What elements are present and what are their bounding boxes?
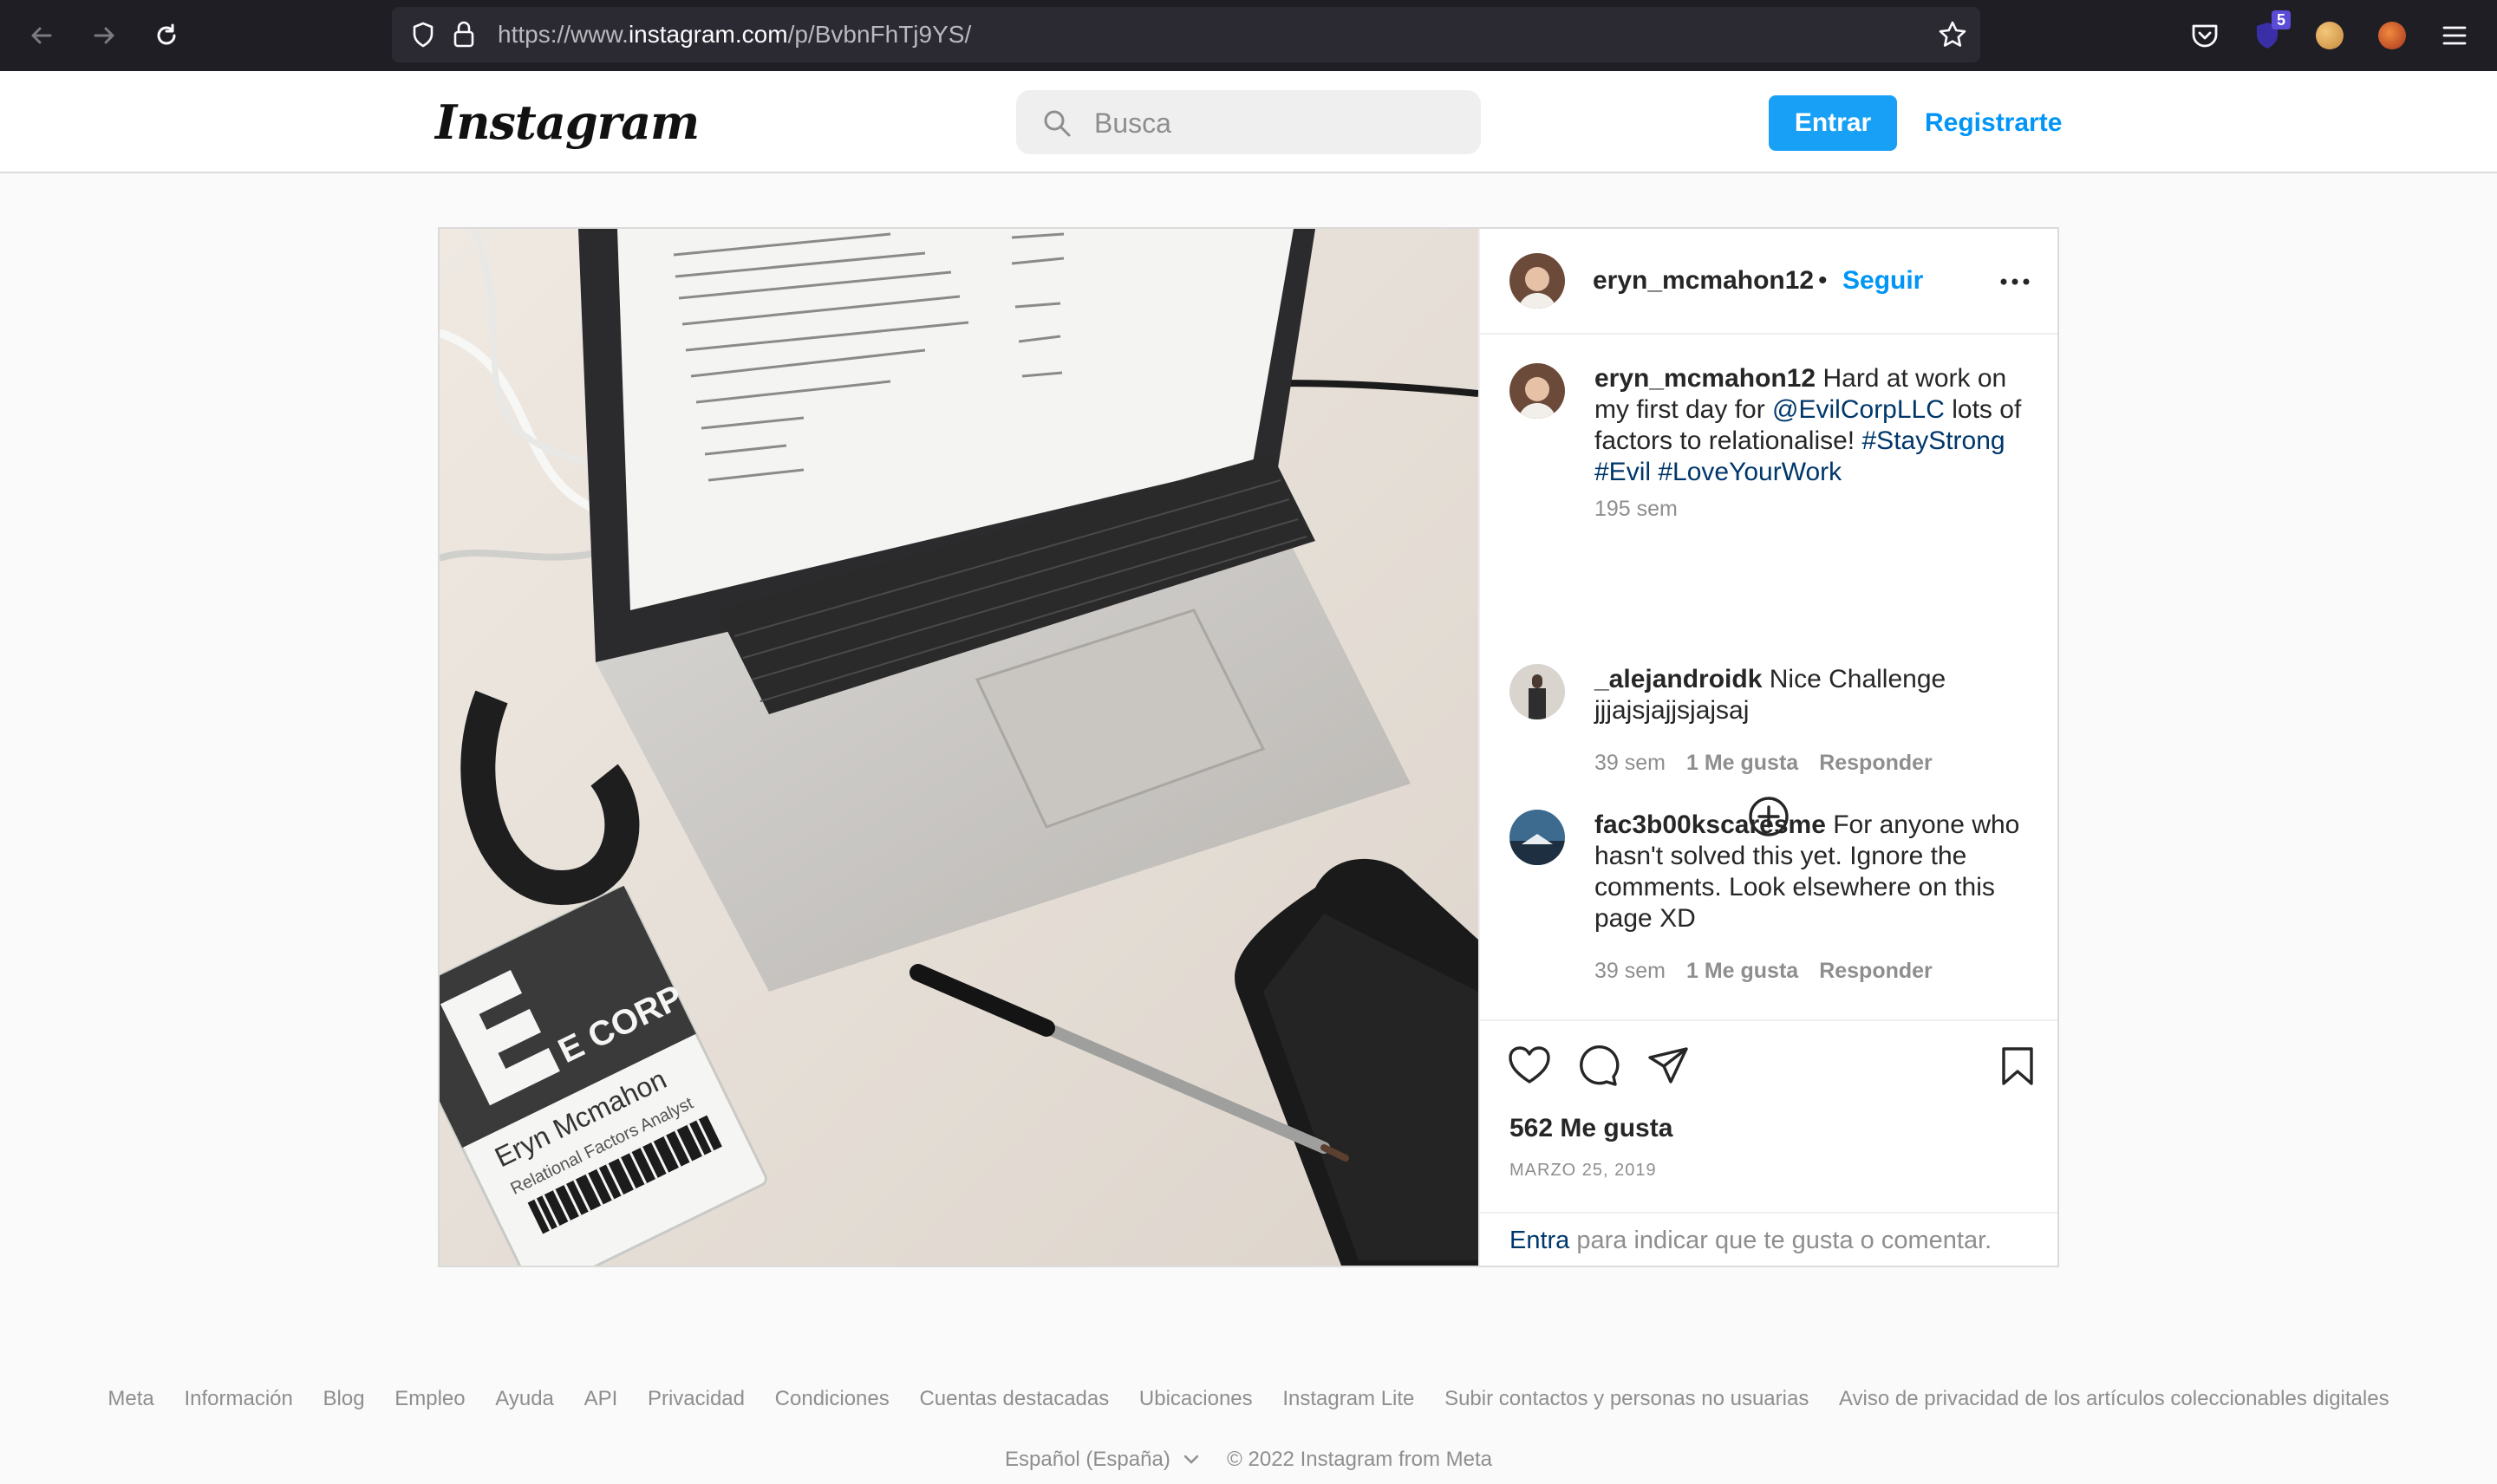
caption-mention[interactable]: @EvilCorpLLC <box>1772 395 1945 424</box>
save-bookmark-icon[interactable] <box>2000 1045 2035 1087</box>
footer-link-locations[interactable]: Ubicaciones <box>1139 1387 1253 1410</box>
author-username[interactable]: eryn_mcmahon12 <box>1593 262 1814 300</box>
caption-age: 195 sem <box>1594 497 1678 521</box>
footer-link-top-accounts[interactable]: Cuentas destacadas <box>919 1387 1109 1410</box>
post-date: MARZO 25, 2019 <box>1509 1161 1657 1180</box>
footer-link-privacy[interactable]: Privacidad <box>648 1387 745 1410</box>
comment-avatar[interactable] <box>1509 810 1565 865</box>
back-button[interactable] <box>24 18 59 53</box>
comment-reply-link[interactable]: Responder <box>1819 959 1933 983</box>
comment-meta: 39 sem 1 Me gusta Responder <box>1594 957 1933 985</box>
forward-button[interactable] <box>87 18 121 53</box>
reload-button[interactable] <box>149 18 184 53</box>
hashtag-staystrong[interactable]: #StayStrong <box>1862 426 2005 455</box>
footer-link-terms[interactable]: Condiciones <box>775 1387 890 1410</box>
pocket-button[interactable] <box>2187 17 2223 54</box>
search-box[interactable] <box>1016 90 1481 156</box>
login-button[interactable]: Entrar <box>1769 95 1897 151</box>
post-photo[interactable]: E CORP Eryn Mcmahon Relational Factors A… <box>440 229 1478 1266</box>
footer-link-help[interactable]: Ayuda <box>495 1387 554 1410</box>
chevron-down-icon <box>1184 1455 1199 1464</box>
menu-button[interactable] <box>2436 17 2473 54</box>
footer-link-meta[interactable]: Meta <box>108 1387 153 1410</box>
language-label: Español (España) <box>1005 1448 1170 1471</box>
shield-icon[interactable] <box>409 21 437 49</box>
comment-meta: 39 sem 1 Me gusta Responder <box>1594 749 1933 777</box>
author-avatar[interactable] <box>1509 253 1565 309</box>
extension-badge: 5 <box>2271 10 2291 29</box>
extension-button-ublock[interactable]: 5 <box>2249 10 2291 54</box>
comment-age: 39 sem <box>1594 751 1666 775</box>
caption-avatar[interactable] <box>1509 363 1565 419</box>
extension-fox-icon <box>2378 22 2406 49</box>
url-bar[interactable]: https://www.instagram.com/p/BvbnFhTj9YS/ <box>392 7 1980 62</box>
instagram-logo[interactable]: Instagram <box>435 90 700 154</box>
likes-count[interactable]: 562 Me gusta <box>1509 1111 1672 1146</box>
lock-icon[interactable] <box>451 20 477 49</box>
footer-link-collectibles-privacy[interactable]: Aviso de privacidad de los artículos col… <box>1839 1387 2389 1410</box>
footer-link-blog[interactable]: Blog <box>323 1387 365 1410</box>
caption-username[interactable]: eryn_mcmahon12 <box>1594 364 1816 393</box>
post-card: E CORP Eryn Mcmahon Relational Factors A… <box>438 227 2059 1267</box>
login-prompt: Entra para indicar que te gusta o coment… <box>1480 1212 2057 1266</box>
hashtag-loveyourwork[interactable]: #LoveYourWork <box>1658 458 1842 486</box>
search-input[interactable] <box>1092 90 1460 156</box>
extension-button-fox[interactable] <box>2374 17 2410 54</box>
footer-link-lite[interactable]: Instagram Lite <box>1282 1387 1414 1410</box>
pocket-icon <box>2192 24 2218 48</box>
share-send-icon[interactable] <box>1646 1045 1690 1087</box>
hamburger-icon <box>2442 26 2467 45</box>
comment-reply-link[interactable]: Responder <box>1819 751 1933 775</box>
browser-toolbar: https://www.instagram.com/p/BvbnFhTj9YS/… <box>0 0 2497 71</box>
hashtag-evil[interactable]: #Evil <box>1594 458 1651 486</box>
separator-dot: • <box>1818 266 1828 295</box>
login-prompt-text: para indicar que te gusta o comentar. <box>1576 1227 1992 1254</box>
search-icon <box>1044 110 1071 137</box>
follow-button[interactable]: Seguir <box>1842 262 1923 300</box>
language-selector[interactable]: Español (España) <box>1005 1448 1206 1471</box>
extension-button-cookie[interactable] <box>2311 17 2348 54</box>
desk-photo-illustration: E CORP Eryn Mcmahon Relational Factors A… <box>440 229 1478 1266</box>
divider <box>1480 1019 2057 1021</box>
signup-link[interactable]: Registrarte <box>1925 95 2062 151</box>
footer-link-contacts[interactable]: Subir contactos y personas no usuarias <box>1444 1387 1809 1410</box>
bookmark-star-icon[interactable] <box>1937 20 1968 49</box>
more-options-icon[interactable] <box>1998 267 2031 296</box>
comment-username[interactable]: fac3b00kscaresme <box>1594 810 1826 839</box>
arrow-right-icon <box>94 27 114 44</box>
login-prompt-link[interactable]: Entra <box>1509 1227 1569 1254</box>
footer-link-jobs[interactable]: Empleo <box>394 1387 465 1410</box>
cookie-icon <box>2316 22 2344 49</box>
comment-likes-link[interactable]: 1 Me gusta <box>1686 751 1798 775</box>
comment-bubble-icon[interactable] <box>1577 1045 1620 1087</box>
comment-text: fac3b00kscaresme For anyone who hasn't s… <box>1594 810 2037 934</box>
comment-text: _alejandroidk Nice Challenge jjjajsjajjs… <box>1594 664 2037 726</box>
comment-age: 39 sem <box>1594 959 1666 983</box>
like-heart-icon[interactable] <box>1508 1045 1551 1085</box>
caption-text: eryn_mcmahon12 Hard at work on my first … <box>1594 363 2037 488</box>
footer-links: Meta Información Blog Empleo Ayuda API P… <box>0 1383 2497 1415</box>
footer-link-info[interactable]: Información <box>184 1387 292 1410</box>
comment-avatar[interactable] <box>1509 664 1565 719</box>
footer-bottom: Español (España) © 2022 Instagram from M… <box>0 1444 2497 1475</box>
reload-icon <box>157 23 176 45</box>
arrow-left-icon <box>31 27 52 44</box>
comment-username[interactable]: _alejandroidk <box>1594 665 1762 693</box>
instagram-header: Instagram Entrar Registrarte <box>0 71 2497 173</box>
footer-link-api[interactable]: API <box>584 1387 618 1410</box>
copyright-text: © 2022 Instagram from Meta <box>1227 1448 1492 1471</box>
post-sidebar: eryn_mcmahon12 • Seguir eryn_mcmahon12 H… <box>1478 229 2057 1266</box>
url-text[interactable]: https://www.instagram.com/p/BvbnFhTj9YS/ <box>498 7 971 62</box>
comment-likes-link[interactable]: 1 Me gusta <box>1686 959 1798 983</box>
post-header: eryn_mcmahon12 • Seguir <box>1480 229 2057 335</box>
